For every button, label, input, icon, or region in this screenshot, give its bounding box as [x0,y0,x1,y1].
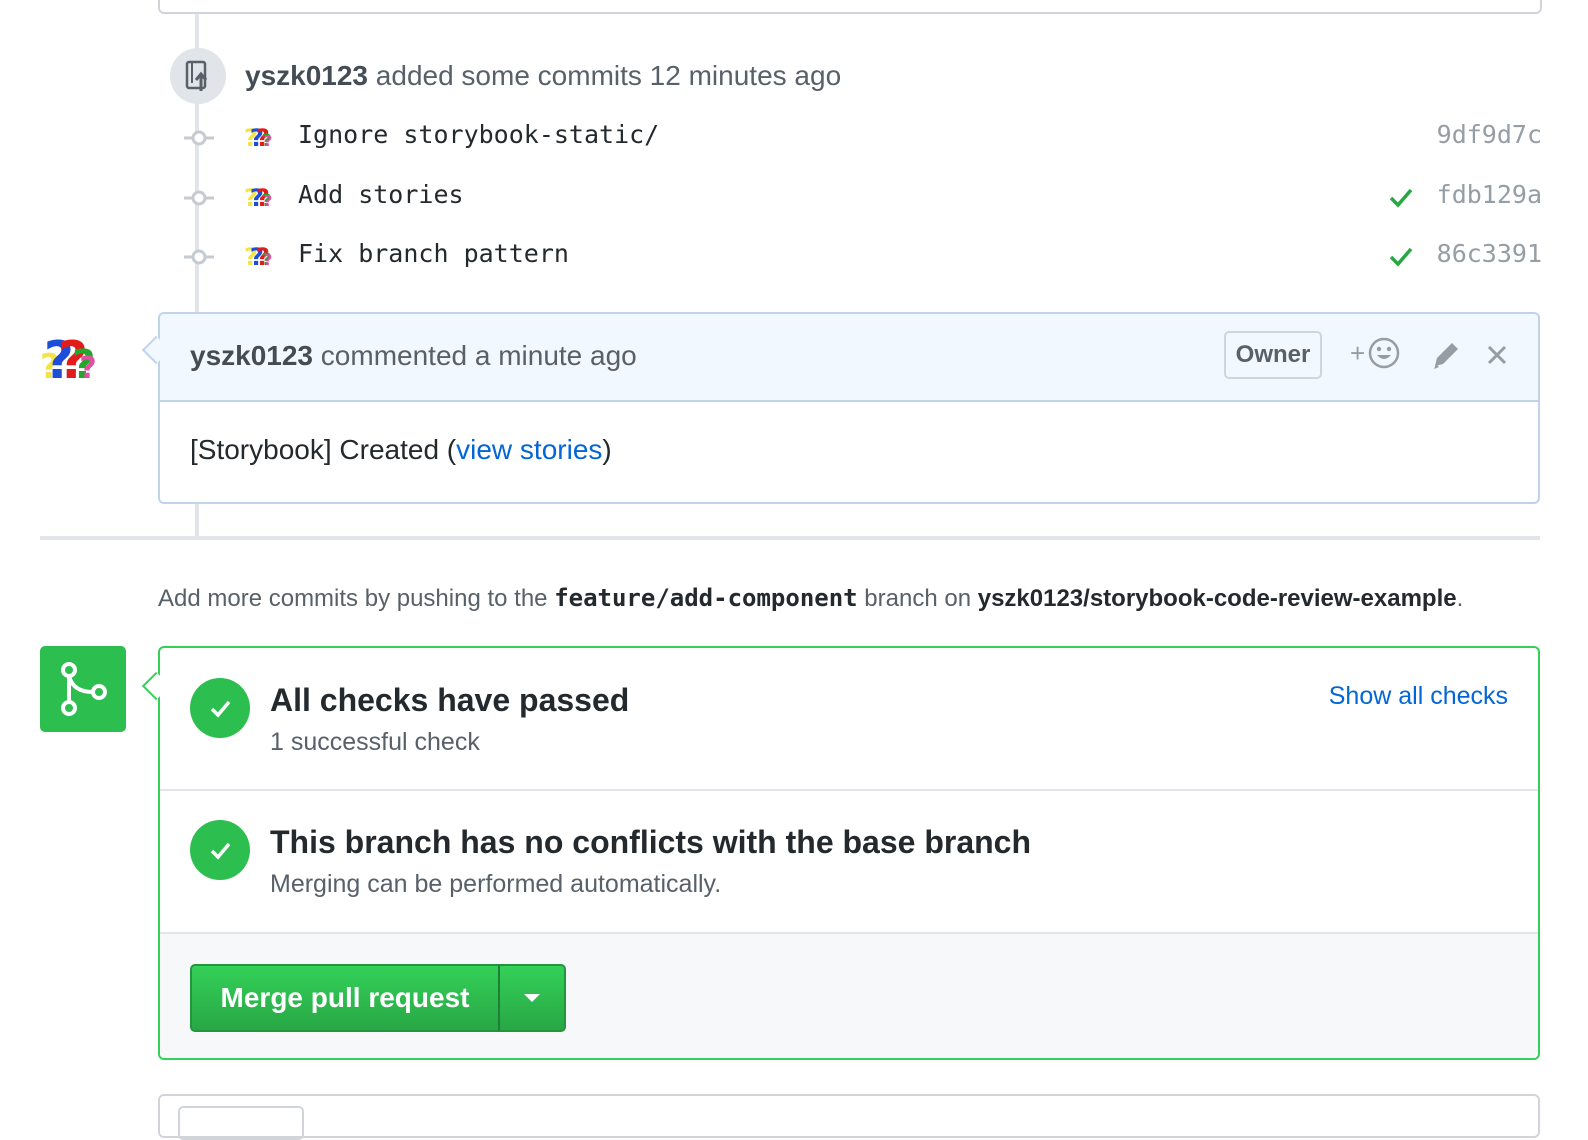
commit-author-avatar[interactable]: ????? [244,241,282,273]
comment-timestamp[interactable]: commented a minute ago [313,340,637,371]
check-icon[interactable] [1388,184,1414,210]
commit-author-avatar[interactable]: ????? [244,182,282,214]
git-commit-icon [184,190,214,206]
merge-box: All checks have passed 1 successful chec… [158,646,1540,1060]
pencil-icon[interactable] [1430,338,1460,372]
commenter-avatar[interactable]: ????? [40,330,130,396]
comment-body-text: [Storybook] Created ( [190,434,457,465]
timeline-line [195,504,199,538]
show-all-checks-link[interactable]: Show all checks [1329,682,1508,711]
conflicts-status-subtitle: Merging can be performed automatically. [270,870,722,898]
commit-row: ????? Fix branch pattern 86c3391 [180,237,1542,277]
x-icon[interactable] [1486,344,1508,366]
commit-sha-link[interactable]: fdb129a [1437,180,1542,209]
commit-message-link[interactable]: Ignore storybook-static/ [298,120,659,149]
merge-actions: Merge pull request [160,932,1538,1058]
check-circle-icon [190,820,250,880]
section-divider [160,789,1538,791]
push-text: . [1456,585,1464,612]
triangle-down-icon [524,994,540,1002]
add-reaction-button[interactable]: + [1350,336,1401,370]
push-text: branch on [857,585,978,612]
comment-body: [Storybook] Created (view stories) [190,434,612,466]
check-circle-icon [190,678,250,738]
view-stories-link[interactable]: view stories [456,434,602,465]
repo-push-icon [170,48,226,104]
comment-author-line: yszk0123 commented a minute ago [190,340,637,372]
repo-name: yszk0123/storybook-code-review-example [977,585,1457,612]
commit-row: ????? Ignore storybook-static/ 9df9d7c [180,118,1542,158]
merge-method-dropdown[interactable] [498,964,566,1032]
commit-sha-link[interactable]: 86c3391 [1437,239,1542,268]
check-icon[interactable] [1388,243,1414,269]
conflicts-status-title: This branch has no conflicts with the ba… [270,824,1032,860]
comment-box: yszk0123 commented a minute ago Owner + … [158,312,1540,504]
merge-pull-request-button[interactable]: Merge pull request [190,964,500,1032]
plus-icon: + [1350,337,1366,368]
checks-status-subtitle: 1 successful check [270,728,480,756]
smiley-icon [1368,337,1400,369]
commit-message-link[interactable]: Add stories [298,180,464,209]
commit-row: ????? Add stories fdb129a [180,178,1542,218]
push-instructions: Add more commits by pushing to the featu… [158,584,1463,613]
next-box-tab[interactable] [178,1106,304,1140]
git-merge-icon [40,646,126,732]
commit-author-avatar[interactable]: ????? [244,122,282,154]
comment-body-text: ) [602,434,612,465]
push-text: Add more commits by pushing to the [158,585,555,612]
git-commit-icon [184,130,214,146]
checks-status-title: All checks have passed [270,682,630,718]
previous-comment-box [158,0,1542,14]
timeline-event-text: yszk0123 added some commits 12 minutes a… [245,60,841,92]
comment-header: yszk0123 commented a minute ago Owner + [160,314,1538,402]
branch-name: feature/add-component [554,584,858,612]
event-action-text: added some commits 12 minutes ago [368,60,842,91]
owner-badge: Owner [1224,331,1322,379]
comment-author-link[interactable]: yszk0123 [190,340,313,371]
commit-sha-link[interactable]: 9df9d7c [1437,120,1542,149]
timeline-divider [40,536,1540,540]
commit-message-link[interactable]: Fix branch pattern [298,239,569,268]
event-author-link[interactable]: yszk0123 [245,60,368,91]
git-commit-icon [184,249,214,265]
next-comment-box [158,1094,1540,1138]
